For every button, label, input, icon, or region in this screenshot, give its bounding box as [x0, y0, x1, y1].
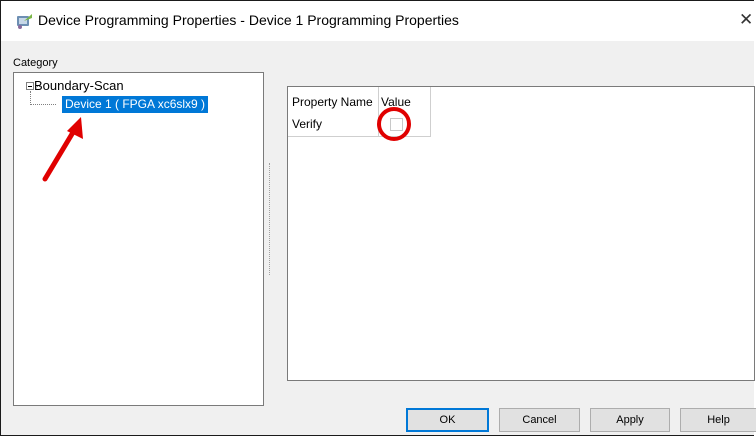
close-icon[interactable]: ✕: [739, 7, 756, 33]
tree-node-device-1[interactable]: Device 1 ( FPGA xc6slx9 ): [62, 96, 209, 113]
verify-checkbox[interactable]: [390, 118, 403, 131]
property-name-verify: Verify: [288, 113, 379, 137]
tree-connector: [30, 91, 31, 105]
property-grid: Property Name Value Verify: [287, 86, 755, 381]
window-title: Device Programming Properties - Device 1…: [38, 12, 459, 28]
dialog-window: Device Programming Properties - Device 1…: [0, 0, 756, 436]
column-header-property-name: Property Name: [288, 87, 379, 113]
annotation-arrow-icon: [42, 117, 83, 182]
ok-button[interactable]: OK: [406, 408, 489, 432]
help-button[interactable]: Help: [680, 408, 756, 432]
apply-button[interactable]: Apply: [590, 408, 670, 432]
tree-connector: [30, 104, 56, 105]
panel-splitter[interactable]: [269, 163, 272, 275]
column-header-value: Value: [379, 87, 431, 113]
tree-node-boundary-scan[interactable]: Boundary-Scan: [34, 78, 124, 93]
cancel-button[interactable]: Cancel: [499, 408, 580, 432]
property-value-verify: [379, 113, 431, 137]
category-label: Category: [13, 57, 58, 69]
app-icon: [17, 14, 32, 29]
collapse-icon[interactable]: [26, 82, 34, 90]
title-bar: Device Programming Properties - Device 1…: [1, 1, 756, 41]
